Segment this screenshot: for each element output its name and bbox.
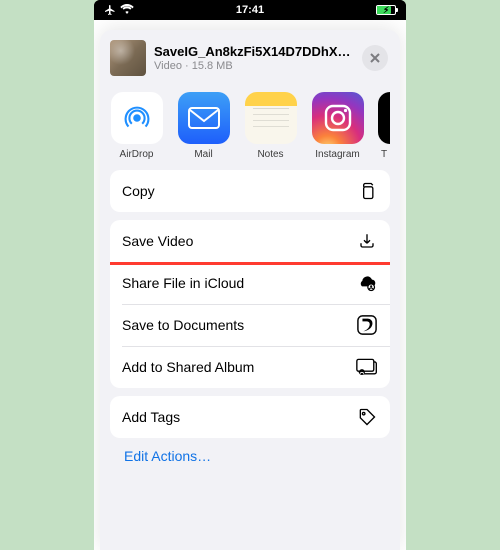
app-label: Instagram: [315, 149, 359, 160]
airdrop-icon: [111, 92, 163, 144]
edit-actions-button[interactable]: Edit Actions…: [110, 438, 390, 480]
icloud-share-icon: [356, 272, 378, 294]
app-notes[interactable]: Notes: [244, 92, 297, 160]
instagram-icon: [312, 92, 364, 144]
action-add-shared-album[interactable]: Add to Shared Album: [110, 346, 390, 388]
clock: 17:41: [236, 4, 264, 16]
action-save-documents[interactable]: Save to Documents: [110, 304, 390, 346]
action-label: Copy: [122, 183, 155, 199]
action-add-tags[interactable]: Add Tags: [110, 396, 390, 438]
actions: Copy Save Video Share File in iCloud: [100, 170, 400, 488]
action-share-icloud[interactable]: Share File in iCloud: [110, 262, 390, 304]
app-label: T: [381, 149, 387, 160]
action-card: Add Tags: [110, 396, 390, 438]
action-label: Save to Documents: [122, 317, 244, 333]
action-card: Save Video Share File in iCloud Save to …: [110, 220, 390, 388]
app-partial[interactable]: T: [378, 92, 390, 160]
share-sheet: SaveIG_An8kzFi5X14D7DDhXM… Video · 15.8 …: [100, 30, 400, 550]
app-instagram[interactable]: Instagram: [311, 92, 364, 160]
app-row: AirDrop Mail Notes Instagram T: [100, 86, 400, 170]
action-copy[interactable]: Copy: [110, 170, 390, 212]
action-label: Add to Shared Album: [122, 359, 254, 375]
sheet-header: SaveIG_An8kzFi5X14D7DDhXM… Video · 15.8 …: [100, 30, 400, 86]
download-icon: [356, 230, 378, 252]
copy-icon: [356, 180, 378, 202]
tag-icon: [356, 406, 378, 428]
action-label: Add Tags: [122, 409, 180, 425]
app-airdrop[interactable]: AirDrop: [110, 92, 163, 160]
action-card: Copy: [110, 170, 390, 212]
battery-icon: ⚡︎: [376, 5, 396, 15]
documents-app-icon: [356, 314, 378, 336]
action-label: Save Video: [122, 233, 193, 249]
wifi-icon: [120, 4, 134, 17]
close-button[interactable]: [362, 45, 388, 71]
action-save-video[interactable]: Save Video: [110, 220, 390, 262]
action-label: Share File in iCloud: [122, 275, 244, 291]
app-label: Notes: [257, 149, 283, 160]
file-info: SaveIG_An8kzFi5X14D7DDhXM… Video · 15.8 …: [154, 44, 354, 72]
mail-icon: [178, 92, 230, 144]
file-meta: Video · 15.8 MB: [154, 60, 354, 72]
app-mail[interactable]: Mail: [177, 92, 230, 160]
close-icon: [369, 52, 381, 64]
file-thumbnail: [110, 40, 146, 76]
phone-frame: 17:41 ⚡︎ SaveIG_An8kzFi5X14D7DDhXM… Vide…: [94, 0, 406, 550]
partial-app-icon: [378, 92, 390, 144]
airplane-mode-icon: [104, 4, 116, 16]
status-bar: 17:41 ⚡︎: [94, 0, 406, 20]
file-name: SaveIG_An8kzFi5X14D7DDhXM…: [154, 44, 354, 59]
shared-album-icon: [356, 356, 378, 378]
app-label: AirDrop: [120, 149, 154, 160]
app-label: Mail: [194, 149, 212, 160]
notes-icon: [245, 92, 297, 144]
